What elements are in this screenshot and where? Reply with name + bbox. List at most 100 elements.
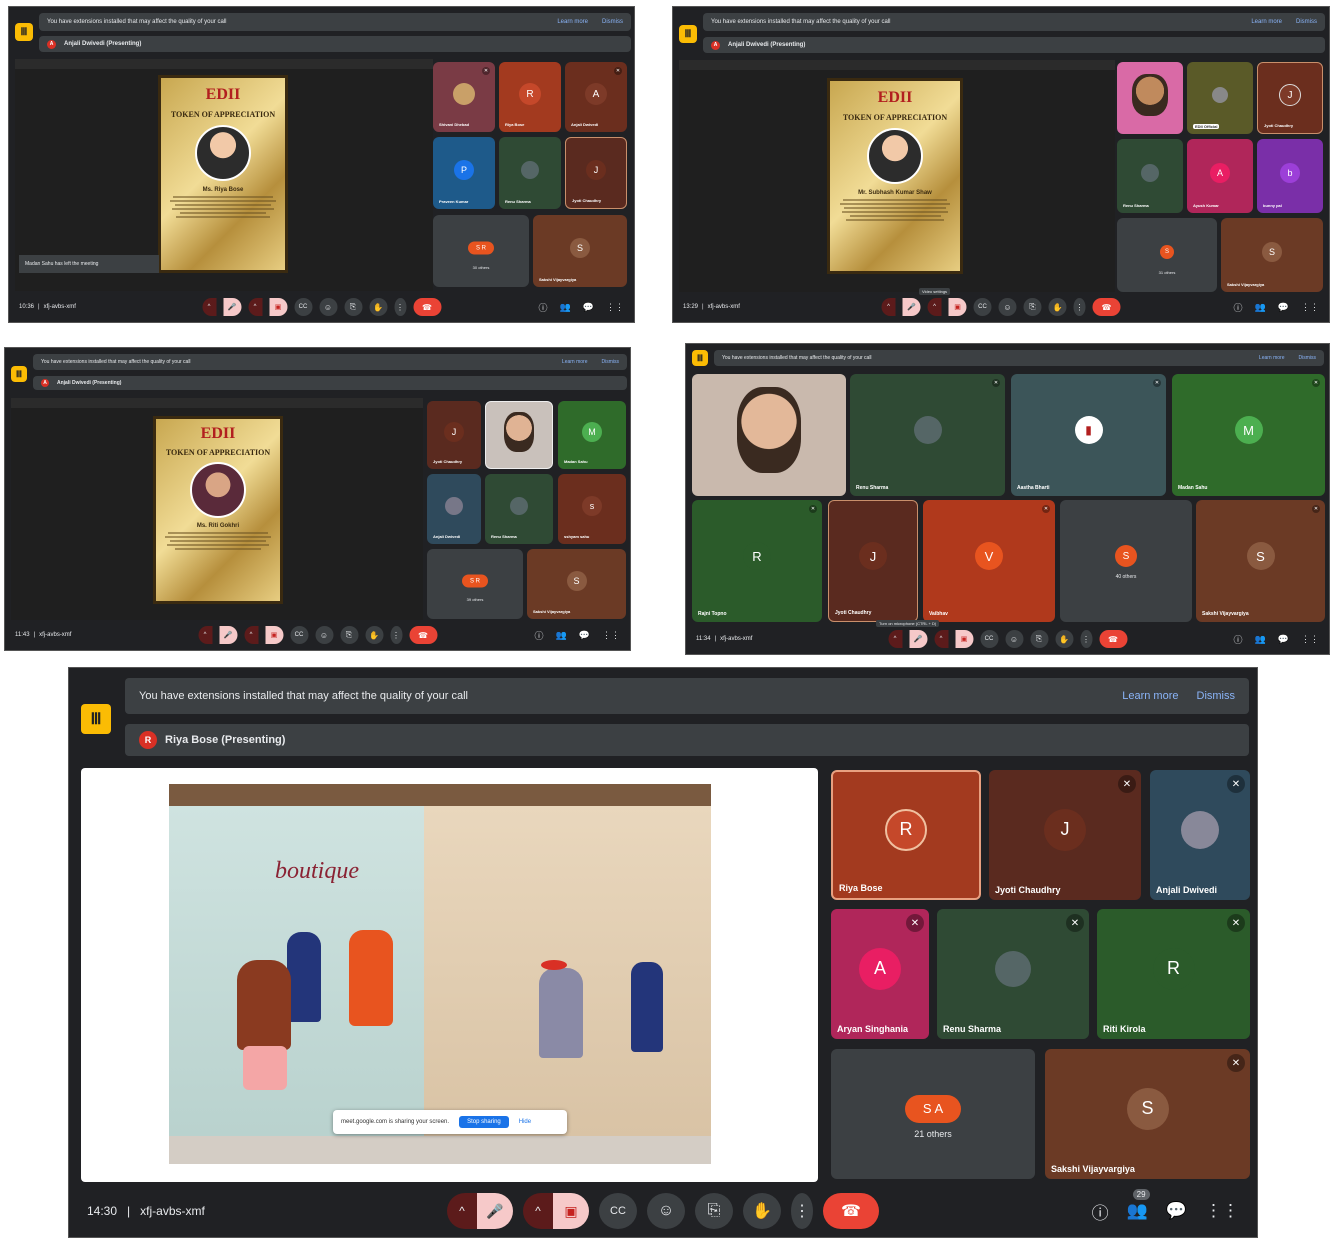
participant-tile[interactable]: M Madan Sahu ✕	[1172, 374, 1325, 496]
chat-icon[interactable]: 💬	[1278, 302, 1289, 313]
present-button[interactable]: ⎘	[1030, 630, 1048, 648]
info-icon[interactable]: ⓘ	[539, 301, 548, 314]
others-tile[interactable]: S R 30 others	[433, 215, 529, 287]
captions-button[interactable]: CC	[599, 1193, 637, 1229]
raise-hand-button[interactable]: ✋	[369, 298, 387, 316]
others-tile[interactable]: S A 21 others	[831, 1049, 1035, 1179]
participant-tile[interactable]: EDII Official	[1187, 62, 1253, 134]
participant-tile[interactable]: Shivani Dhebad ✕	[433, 62, 495, 132]
present-button[interactable]: ⎘	[1023, 298, 1042, 316]
raise-hand-button[interactable]: ✋	[365, 626, 383, 644]
emoji-button[interactable]: ☺	[319, 298, 337, 316]
participant-tile[interactable]: P Praveen Kumar	[433, 137, 495, 209]
present-button[interactable]: ⎘	[340, 626, 358, 644]
emoji-button[interactable]: ☺	[647, 1193, 685, 1229]
raise-hand-button[interactable]: ✋	[1048, 298, 1067, 316]
learn-more-link[interactable]: Learn more	[1122, 690, 1178, 702]
activities-icon[interactable]: ⋮⋮	[606, 302, 624, 313]
others-tile[interactable]: S R 39 others	[427, 549, 523, 619]
camera-options-button[interactable]: ^	[248, 298, 262, 316]
participant-tile[interactable]: S Sakshi Vijayvargiya ✕	[1045, 1049, 1250, 1179]
people-icon[interactable]: 👥	[560, 302, 571, 313]
participant-tile[interactable]: Anjali Dwivedi ✕	[1150, 770, 1250, 900]
activities-icon[interactable]: ⋮⋮	[1301, 634, 1319, 645]
participant-tile[interactable]: J Jyoti Chaudhry	[427, 401, 481, 469]
participant-tile[interactable]: J Jyoti Chaudhry	[565, 137, 627, 209]
dismiss-link[interactable]: Dismiss	[1296, 19, 1317, 25]
mic-toggle-button[interactable]: 🎤	[223, 298, 241, 316]
info-icon[interactable]: ⓘ	[1234, 633, 1243, 646]
info-icon[interactable]: ⓘ	[1234, 301, 1243, 314]
more-options-button[interactable]: ⋮	[791, 1193, 813, 1229]
camera-options-button[interactable]: ^	[927, 298, 942, 316]
camera-toggle-button[interactable]: ▣	[553, 1193, 589, 1229]
present-button[interactable]: ⎘	[695, 1193, 733, 1229]
leave-call-button[interactable]: ☎	[823, 1193, 879, 1229]
leave-call-button[interactable]: ☎	[409, 626, 437, 644]
leave-call-button[interactable]: ☎	[1099, 630, 1127, 648]
participant-tile[interactable]: M Madan Sahu	[558, 401, 626, 469]
mic-toggle-button[interactable]: 🎤	[909, 630, 927, 648]
camera-toggle-button[interactable]: ▣	[269, 298, 287, 316]
participant-tile[interactable]: Renu Sharma ✕	[937, 909, 1089, 1039]
mic-options-button[interactable]: ^	[198, 626, 212, 644]
participant-tile[interactable]: R Riya Bose	[831, 770, 981, 900]
participant-tile[interactable]: Renu Sharma ✕	[850, 374, 1005, 496]
participant-tile[interactable]: b bunny pal	[1257, 139, 1323, 213]
more-options-button[interactable]: ⋮	[390, 626, 402, 644]
captions-button[interactable]: CC	[973, 298, 992, 316]
captions-button[interactable]: CC	[294, 298, 312, 316]
participant-tile[interactable]: A Ayush Kumar	[1187, 139, 1253, 213]
people-icon[interactable]: 👥	[556, 630, 567, 641]
info-icon[interactable]: ⓘ	[1092, 1199, 1109, 1224]
mic-options-button[interactable]: ^	[881, 298, 896, 316]
participant-tile[interactable]: R Rajni Topno ✕	[692, 500, 822, 622]
dismiss-link[interactable]: Dismiss	[1197, 690, 1236, 702]
participant-tile[interactable]: A Anjali Dwivedi ✕	[565, 62, 627, 132]
mic-options-button[interactable]: ^	[202, 298, 216, 316]
more-options-button[interactable]: ⋮	[1080, 630, 1092, 648]
participant-tile[interactable]: J Jyoti Chaudhry	[828, 500, 918, 622]
others-tile[interactable]: S 31 others	[1117, 218, 1217, 292]
more-options-button[interactable]: ⋮	[394, 298, 406, 316]
participant-tile[interactable]: V Vaibhav ✕	[923, 500, 1055, 622]
learn-more-link[interactable]: Learn more	[562, 359, 588, 365]
participant-tile[interactable]	[1117, 62, 1183, 134]
camera-options-button[interactable]: ^	[244, 626, 258, 644]
mic-options-button[interactable]: ^	[888, 630, 902, 648]
participant-tile[interactable]: S Sakshi Vijayvargiya ✕	[1196, 500, 1325, 622]
participant-tile[interactable]	[485, 401, 553, 469]
dismiss-link[interactable]: Dismiss	[1299, 355, 1317, 361]
dismiss-link[interactable]: Dismiss	[602, 19, 623, 25]
others-tile[interactable]: S 40 others	[1060, 500, 1192, 622]
more-options-button[interactable]: ⋮	[1073, 298, 1086, 316]
camera-toggle-button[interactable]: ▣	[948, 298, 967, 316]
learn-more-link[interactable]: Learn more	[1259, 355, 1285, 361]
raise-hand-button[interactable]: ✋	[1055, 630, 1073, 648]
participant-tile[interactable]: ▮ Aastha Bharti ✕	[1011, 374, 1166, 496]
learn-more-link[interactable]: Learn more	[1251, 19, 1282, 25]
chat-icon[interactable]: 💬	[1166, 1201, 1187, 1221]
mic-toggle-button[interactable]: 🎤	[219, 626, 237, 644]
mic-toggle-button[interactable]: 🎤	[902, 298, 921, 316]
people-icon[interactable]: 👥	[1255, 302, 1266, 313]
emoji-button[interactable]: ☺	[998, 298, 1017, 316]
camera-options-button[interactable]: ^	[523, 1193, 553, 1229]
participant-tile[interactable]: S Sakshi Vijayvargiya	[1221, 218, 1323, 292]
chat-icon[interactable]: 💬	[579, 630, 590, 641]
activities-icon[interactable]: ⋮⋮	[1301, 302, 1319, 313]
participant-tile[interactable]: R Riya Bose	[499, 62, 561, 132]
emoji-button[interactable]: ☺	[315, 626, 333, 644]
chat-icon[interactable]: 💬	[1278, 634, 1289, 645]
captions-button[interactable]: CC	[980, 630, 998, 648]
participant-tile[interactable]: R Riti Kirola ✕	[1097, 909, 1250, 1039]
participant-tile[interactable]: Anjali Dwivedi	[427, 474, 481, 544]
participant-tile[interactable]: A Aryan Singhania ✕	[831, 909, 929, 1039]
participant-tile[interactable]: Renu Sharma	[1117, 139, 1183, 213]
camera-options-button[interactable]: ^	[934, 630, 948, 648]
participant-tile[interactable]: J Jyoti Chaudhry	[1257, 62, 1323, 134]
captions-button[interactable]: CC	[290, 626, 308, 644]
camera-toggle-button[interactable]: ▣	[955, 630, 973, 648]
people-button[interactable]: 👥 29	[1127, 1189, 1150, 1221]
dismiss-link[interactable]: Dismiss	[602, 359, 620, 365]
